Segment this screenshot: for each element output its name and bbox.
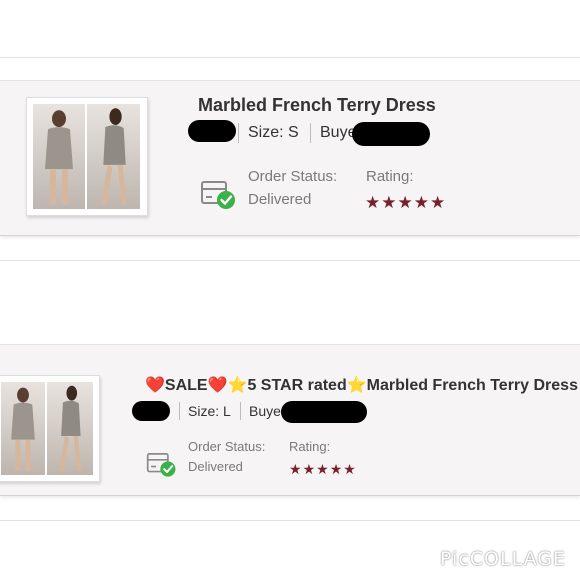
separator xyxy=(310,123,311,143)
product-photo-side xyxy=(87,104,140,209)
title-sale: SALE xyxy=(164,377,208,394)
order-status-label: Order Status: xyxy=(188,439,266,454)
rating-stars: ★★★★★ xyxy=(289,461,357,478)
divider-top xyxy=(0,57,580,58)
size-text: Size: L xyxy=(188,403,231,419)
delivered-box-check-icon xyxy=(146,449,178,479)
rating-label: Rating: xyxy=(289,439,331,454)
product-photo-front xyxy=(1,382,46,475)
listing-title[interactable]: ❤️SALE❤️⭐5 STAR rated⭐Marbled French Ter… xyxy=(145,375,578,395)
star-icon: ★ xyxy=(316,461,330,477)
divider-bottom xyxy=(0,520,580,521)
order-status-label: Order Status: xyxy=(248,168,338,185)
heart-icon: ❤️ xyxy=(145,377,165,394)
product-thumbnail[interactable] xyxy=(0,375,100,482)
star-icon: ★ xyxy=(413,193,430,212)
star-emoji-icon: ⭐ xyxy=(346,377,367,394)
product-photo-front xyxy=(33,104,86,209)
product-photo-side xyxy=(47,382,93,475)
order-card-1[interactable]: Marbled French Terry Dress Size: S Buye … xyxy=(0,80,580,236)
divider-middle xyxy=(0,260,580,261)
size-text: Size: S xyxy=(248,124,299,141)
star-icon: ★ xyxy=(343,461,357,477)
heart-icon: ❤️ xyxy=(207,377,228,394)
buyer-prefix: Buye xyxy=(320,124,357,141)
star-icon: ★ xyxy=(365,193,382,212)
rating-stars: ★★★★★ xyxy=(365,193,446,213)
title-rated: 5 STAR rated xyxy=(247,377,347,394)
redacted-buyer xyxy=(281,401,367,423)
star-icon: ★ xyxy=(302,461,317,477)
delivered-box-check-icon xyxy=(200,177,238,211)
order-status-value: Delivered xyxy=(188,459,243,474)
piccollage-watermark: PicCOLLAGE xyxy=(440,548,566,570)
rating-label: Rating: xyxy=(366,168,414,185)
redacted-buyer xyxy=(352,122,430,146)
order-card-2[interactable]: ❤️SALE❤️⭐5 STAR rated⭐Marbled French Ter… xyxy=(0,344,580,496)
redacted-username xyxy=(132,401,170,421)
separator xyxy=(238,123,239,143)
star-icon: ★ xyxy=(289,461,303,477)
separator xyxy=(240,402,241,420)
order-status-value: Delivered xyxy=(248,191,312,208)
star-icon: ★ xyxy=(397,193,414,212)
buyer-prefix: Buye xyxy=(249,403,281,419)
title-name: Marbled French Terry Dress xyxy=(366,377,578,394)
star-icon: ★ xyxy=(329,461,344,477)
product-thumbnail[interactable] xyxy=(26,97,148,216)
listing-title[interactable]: Marbled French Terry Dress xyxy=(198,95,436,116)
star-emoji-icon: ⭐ xyxy=(227,377,248,394)
star-icon: ★ xyxy=(430,193,447,212)
redacted-username xyxy=(188,120,236,142)
separator xyxy=(179,402,180,420)
star-icon: ★ xyxy=(381,193,398,212)
